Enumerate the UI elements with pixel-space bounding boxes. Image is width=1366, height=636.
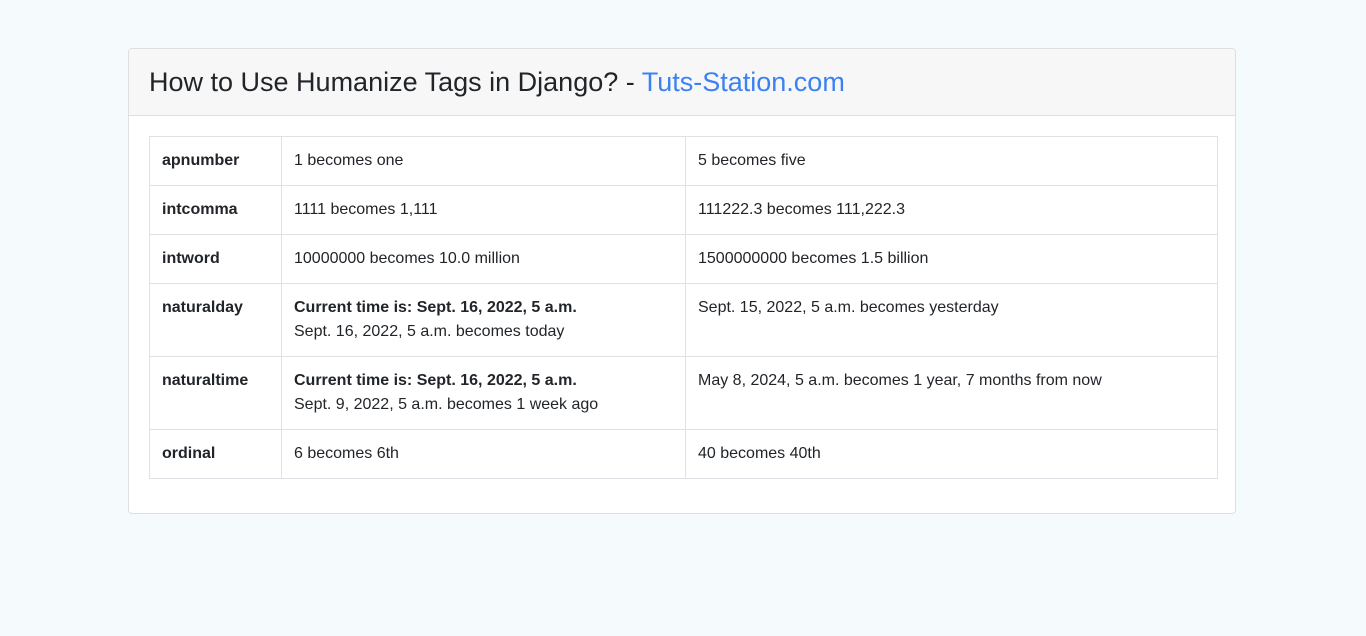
row-label: intword — [149, 234, 282, 284]
table-row: naturalday Current time is: Sept. 16, 20… — [149, 283, 1218, 357]
example-text: Sept. 16, 2022, 5 a.m. becomes today — [294, 323, 565, 340]
example-cell: Current time is: Sept. 16, 2022, 5 a.m. … — [281, 356, 686, 430]
current-time-text: Current time is: Sept. 16, 2022, 5 a.m. — [294, 372, 577, 389]
card-body: apnumber 1 becomes one 5 becomes five in… — [129, 116, 1235, 499]
current-time-text: Current time is: Sept. 16, 2022, 5 a.m. — [294, 299, 577, 316]
row-label: apnumber — [149, 136, 282, 186]
example-cell: May 8, 2024, 5 a.m. becomes 1 year, 7 mo… — [685, 356, 1218, 430]
example-cell: 1500000000 becomes 1.5 billion — [685, 234, 1218, 284]
table-row: ordinal 6 becomes 6th 40 becomes 40th — [149, 429, 1218, 479]
example-text: 6 becomes 6th — [294, 445, 399, 462]
example-cell: 1 becomes one — [281, 136, 686, 186]
example-cell: 40 becomes 40th — [685, 429, 1218, 479]
row-label: intcomma — [149, 185, 282, 235]
table-row: naturaltime Current time is: Sept. 16, 2… — [149, 356, 1218, 430]
example-text: 10000000 becomes 10.0 million — [294, 250, 520, 267]
site-link[interactable]: Tuts-Station.com — [642, 67, 845, 97]
example-cell: 111222.3 becomes 111,222.3 — [685, 185, 1218, 235]
content-card: How to Use Humanize Tags in Django? - Tu… — [128, 48, 1236, 514]
example-text: Sept. 9, 2022, 5 a.m. becomes 1 week ago — [294, 396, 599, 413]
example-cell: Current time is: Sept. 16, 2022, 5 a.m. … — [281, 283, 686, 357]
example-cell: 5 becomes five — [685, 136, 1218, 186]
card-header: How to Use Humanize Tags in Django? - Tu… — [129, 49, 1235, 116]
row-label: naturaltime — [149, 356, 282, 430]
page-title-text: How to Use Humanize Tags in Django? - — [149, 66, 642, 97]
example-text: 1111 becomes 1,111 — [294, 201, 438, 218]
example-cell: 1111 becomes 1,111 — [281, 185, 686, 235]
table-row: apnumber 1 becomes one 5 becomes five — [149, 136, 1218, 186]
table-row: intcomma 1111 becomes 1,111 111222.3 bec… — [149, 185, 1218, 235]
row-label: ordinal — [149, 429, 282, 479]
example-cell: Sept. 15, 2022, 5 a.m. becomes yesterday — [685, 283, 1218, 357]
example-text: 1 becomes one — [294, 152, 404, 169]
row-label: naturalday — [149, 283, 282, 357]
page-title: How to Use Humanize Tags in Django? - Tu… — [149, 67, 845, 98]
table-row: intword 10000000 becomes 10.0 million 15… — [149, 234, 1218, 284]
example-cell: 6 becomes 6th — [281, 429, 686, 479]
example-cell: 10000000 becomes 10.0 million — [281, 234, 686, 284]
humanize-table: apnumber 1 becomes one 5 becomes five in… — [149, 136, 1218, 479]
